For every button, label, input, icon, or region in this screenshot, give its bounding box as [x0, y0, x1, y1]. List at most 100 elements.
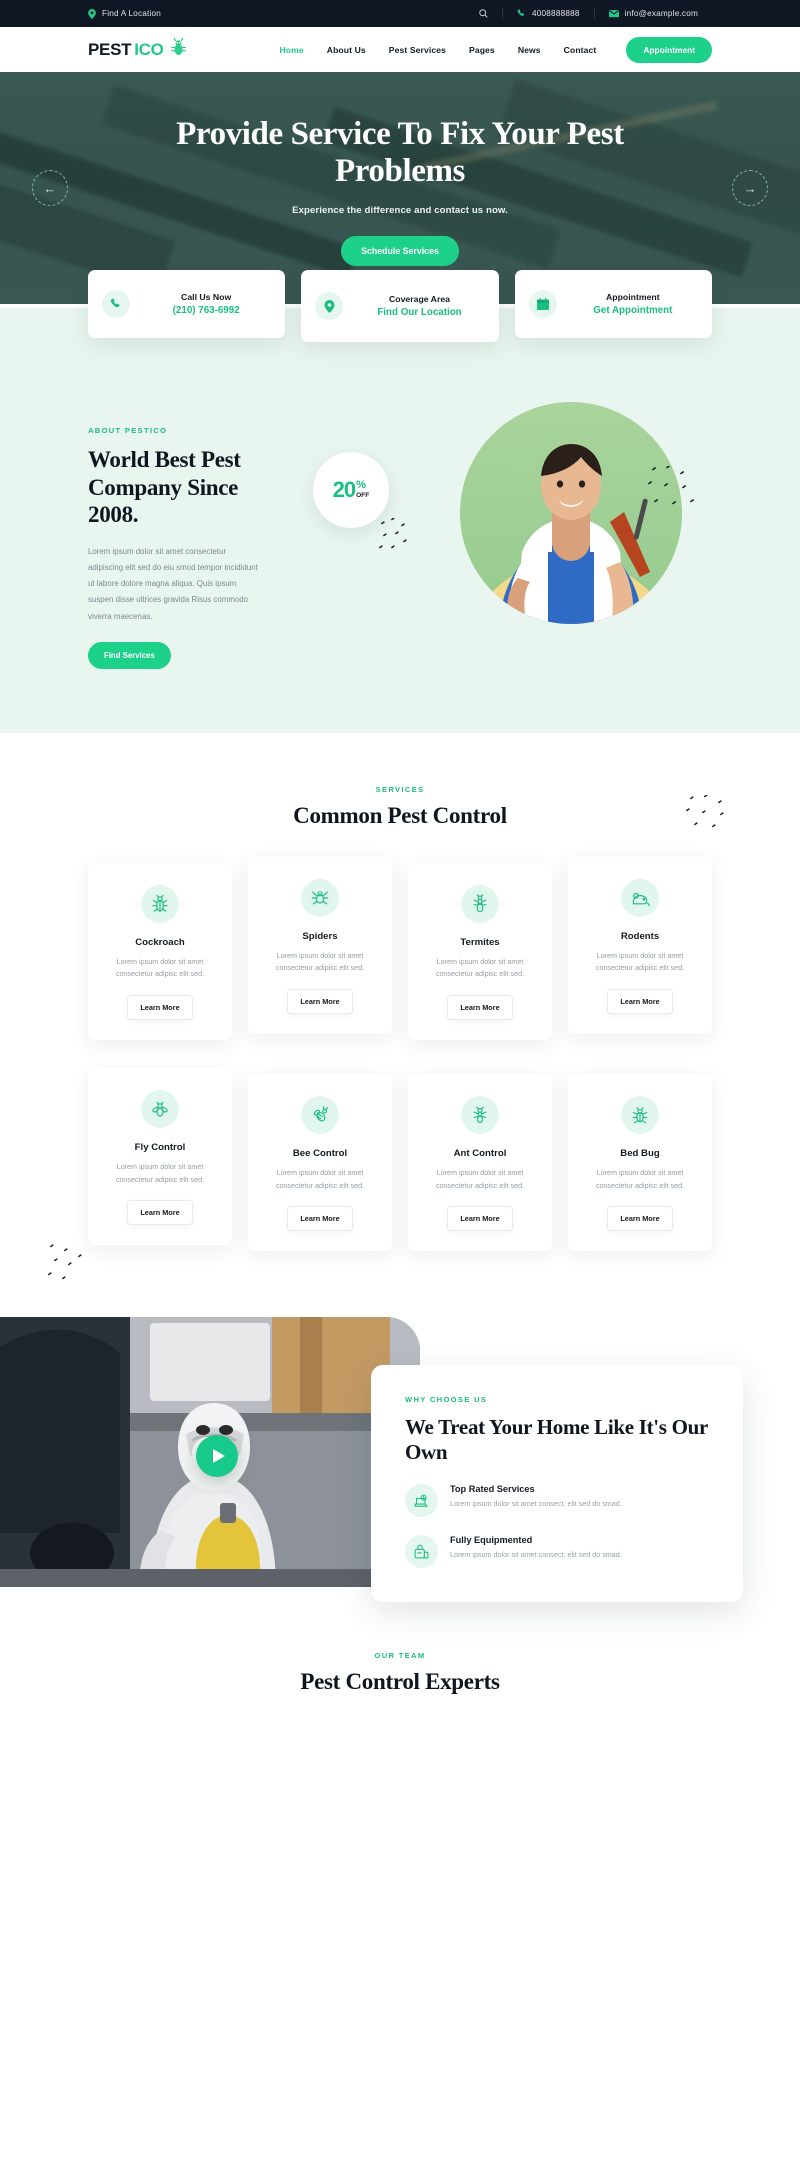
feature-title: Fully Equipmented: [450, 1534, 533, 1545]
info-card-call-us[interactable]: Call Us Now (210) 763-6992: [88, 270, 286, 338]
logo-text-ico: ICO: [134, 39, 164, 59]
feature-title: Top Rated Services: [450, 1483, 535, 1494]
about-section: ABOUT PESTICO World Best Pest Company Si…: [0, 308, 800, 733]
info-card-coverage-area[interactable]: Coverage Area Find Our Location: [301, 270, 499, 342]
discount-number: 20: [332, 477, 357, 502]
service-name: Bed Bug: [620, 1147, 660, 1159]
logo-text-pest: PEST: [88, 39, 132, 59]
phone-icon: [517, 9, 526, 18]
learn-more-button[interactable]: Learn More: [287, 1206, 353, 1232]
topbar-phone-text: 4008888888: [532, 9, 580, 18]
find-services-button[interactable]: Find Services: [88, 641, 171, 669]
service-card-ant-control[interactable]: Ant Control Lorem ipsum dolor sit amet c…: [408, 1073, 552, 1252]
arrow-left-icon[interactable]: ←: [32, 170, 68, 206]
service-name: Ant Control: [453, 1147, 507, 1159]
topbar: Find A Location 4008888888 info@example.…: [0, 0, 800, 27]
service-name: Spiders: [302, 930, 338, 942]
learn-more-button[interactable]: Learn More: [287, 988, 353, 1014]
play-button-icon[interactable]: [196, 1435, 238, 1478]
decorative-dots-right: [648, 466, 694, 505]
service-card-termites[interactable]: Termites Lorem ipsum dolor sit amet cons…: [408, 862, 552, 1040]
fly-icon: [141, 1089, 179, 1128]
envelope-icon: [608, 9, 619, 18]
site-header: PEST ICO Home About Us Pest Services Pag…: [0, 27, 800, 72]
about-eyebrow: ABOUT PESTICO: [88, 426, 168, 435]
service-name: Fly Control: [134, 1141, 186, 1153]
nav-item-contact[interactable]: Contact: [564, 45, 597, 55]
about-text-column: ABOUT PESTICO World Best Pest Company Si…: [88, 400, 283, 669]
termite-icon: [461, 884, 499, 923]
learn-more-button[interactable]: Learn More: [447, 1206, 513, 1232]
info-card-value: Get Appointment: [593, 305, 673, 316]
hero-subtitle: Experience the difference and contact us…: [292, 204, 508, 216]
nav-item-news[interactable]: News: [518, 45, 541, 55]
service-name: Bee Control: [292, 1147, 348, 1159]
topbar-location[interactable]: Find A Location: [88, 8, 161, 19]
topbar-right: 4008888888 info@example.com: [465, 8, 712, 19]
why-eyebrow: WHY CHOOSE US: [405, 1395, 488, 1405]
nav-item-home[interactable]: Home: [280, 45, 304, 55]
services-grid-row-2: Fly Control Lorem ipsum dolor sit amet c…: [88, 1067, 712, 1252]
service-desc: Lorem ipsum dolor sit amet consectetur a…: [115, 1161, 205, 1184]
hero-title: Provide Service To Fix Your Pest Problem…: [176, 116, 624, 189]
team-eyebrow: OUR TEAM: [374, 1651, 426, 1661]
info-card-title: Call Us Now: [181, 292, 232, 302]
top-rated-icon: [405, 1483, 438, 1517]
service-card-fly-control[interactable]: Fly Control Lorem ipsum dolor sit amet c…: [88, 1067, 232, 1246]
feature-text: Top Rated Services Lorem ipsum dolor sit…: [450, 1484, 622, 1510]
topbar-email-text: info@example.com: [624, 9, 698, 18]
about-body: Lorem ipsum dolor sit amet consectetur a…: [88, 546, 258, 621]
equipment-icon: [405, 1534, 438, 1568]
map-pin-icon: [88, 8, 96, 19]
info-card-title: Appointment: [606, 292, 660, 302]
info-card-title: Coverage Area: [388, 294, 450, 304]
info-card-appointment[interactable]: Appointment Get Appointment: [514, 270, 712, 338]
service-card-spiders[interactable]: Spiders Lorem ipsum dolor sit amet conse…: [248, 856, 392, 1034]
discount-suffix: % OFF: [356, 480, 369, 500]
service-desc: Lorem ipsum dolor sit amet consectetur a…: [275, 1167, 365, 1190]
learn-more-button[interactable]: Learn More: [607, 1206, 673, 1232]
learn-more-button[interactable]: Learn More: [607, 988, 673, 1014]
info-card-text: Call Us Now (210) 763-6992: [141, 292, 271, 316]
service-card-bee-control[interactable]: Bee Control Lorem ipsum dolor sit amet c…: [248, 1073, 392, 1252]
appointment-button[interactable]: Appointment: [626, 36, 712, 63]
search-icon[interactable]: [465, 9, 502, 18]
topbar-location-label: Find A Location: [102, 9, 161, 18]
team-title: Pest Control Experts: [300, 1669, 500, 1695]
info-card-value: (210) 763-6992: [172, 305, 240, 316]
discount-off-label: OFF: [356, 492, 370, 500]
decorative-specks-top-right: [686, 794, 724, 828]
service-card-rodents[interactable]: Rodents Lorem ipsum dolor sit amet conse…: [568, 856, 712, 1034]
feature-item-top-rated: Top Rated Services Lorem ipsum dolor sit…: [405, 1483, 709, 1517]
info-card-text: Appointment Get Appointment: [568, 292, 698, 316]
service-desc: Lorem ipsum dolor sit amet consectetur a…: [595, 950, 685, 973]
why-choose-us-panel: WHY CHOOSE US We Treat Your Home Like It…: [371, 1365, 743, 1602]
about-image-column: 20 % OFF: [313, 400, 712, 650]
page-root: Find A Location 4008888888 info@example.…: [0, 0, 800, 1726]
learn-more-button[interactable]: Learn More: [447, 994, 513, 1020]
nav-item-pest-services[interactable]: Pest Services: [389, 45, 446, 55]
services-title: Common Pest Control: [293, 802, 507, 828]
logo[interactable]: PEST ICO: [88, 37, 188, 62]
service-desc: Lorem ipsum dolor sit amet consectetur a…: [595, 1167, 685, 1190]
about-title: World Best Pest Company Since 2008.: [88, 447, 241, 528]
nav-item-about-us[interactable]: About Us: [327, 45, 366, 55]
cockroach-icon: [141, 884, 179, 923]
topbar-phone[interactable]: 4008888888: [503, 9, 594, 18]
feature-item-fully-equipmented: Fully Equipmented Lorem ipsum dolor sit …: [405, 1534, 709, 1568]
service-card-bed-bug[interactable]: Bed Bug Lorem ipsum dolor sit amet conse…: [568, 1073, 712, 1252]
nav-item-pages[interactable]: Pages: [469, 45, 495, 55]
schedule-services-button[interactable]: Schedule Services: [341, 235, 459, 266]
topbar-email[interactable]: info@example.com: [595, 9, 712, 18]
services-section: SERVICES Common Pest Control Cockroach L…: [0, 732, 800, 1310]
learn-more-button[interactable]: Learn More: [127, 994, 193, 1020]
feature-desc: Lorem ipsum dolor sit amet consect. elit…: [450, 1549, 622, 1559]
why-title: We Treat Your Home Like It's Our Own: [405, 1415, 708, 1465]
arrow-right-icon[interactable]: →: [732, 170, 768, 206]
bug-mascot-icon: [169, 37, 188, 62]
service-card-cockroach[interactable]: Cockroach Lorem ipsum dolor sit amet con…: [88, 862, 232, 1040]
service-name: Rodents: [620, 930, 660, 942]
bedbug-icon: [621, 1095, 659, 1134]
learn-more-button[interactable]: Learn More: [127, 1200, 193, 1226]
decorative-dots-left: [379, 518, 407, 549]
